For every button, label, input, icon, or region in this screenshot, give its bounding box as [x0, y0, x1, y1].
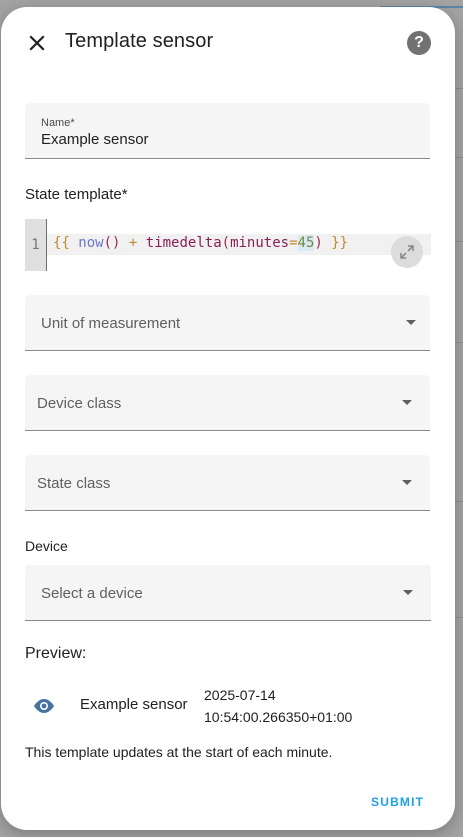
- line-number-gutter: 1: [25, 219, 47, 271]
- unit-of-measurement-select[interactable]: Unit of measurement: [25, 295, 430, 351]
- background-divider: [455, 88, 463, 89]
- preview-label: Preview:: [25, 645, 87, 662]
- background-divider: [455, 157, 463, 158]
- dropdown-arrow-icon: [403, 590, 413, 595]
- dialog-title: Template sensor: [65, 30, 214, 52]
- device-placeholder: Select a device: [41, 585, 143, 602]
- background-divider: [455, 501, 463, 502]
- eye-icon: [34, 699, 54, 713]
- state-template-editor[interactable]: 1 {{ now() + timedelta(minutes=45) }}: [25, 219, 431, 271]
- name-field-label: Name*: [41, 117, 75, 129]
- background-divider: [455, 241, 463, 242]
- code-token: {{: [53, 235, 70, 251]
- code-token: now: [78, 235, 104, 251]
- close-button[interactable]: [23, 29, 51, 57]
- dropdown-arrow-icon: [402, 480, 412, 485]
- dropdown-arrow-icon: [406, 320, 416, 325]
- code-token: (: [221, 235, 231, 251]
- device-class-placeholder: Device class: [37, 395, 122, 412]
- expand-editor-button[interactable]: [391, 236, 423, 268]
- code-token: timedelta: [145, 235, 222, 251]
- code-token: =: [289, 235, 298, 251]
- preview-entity-row[interactable]: Example sensor 2025-07-14 10:54:00.26635…: [25, 683, 430, 727]
- dialog-header: Template sensor ?: [1, 7, 455, 77]
- code-token: +: [128, 235, 138, 251]
- close-icon: [29, 35, 45, 51]
- state-class-placeholder: State class: [37, 475, 111, 492]
- arrow-expand-icon: [400, 245, 414, 259]
- code-token: 45: [297, 235, 315, 251]
- code-token: minutes: [230, 235, 290, 251]
- template-update-note: This template updates at the start of ea…: [25, 744, 333, 760]
- background-divider: [455, 342, 463, 343]
- code-token: ): [314, 235, 323, 251]
- state-template-label: State template*: [25, 186, 128, 203]
- preview-state-date: 2025-07-14: [204, 687, 276, 703]
- device-select[interactable]: Select a device: [25, 565, 431, 621]
- dropdown-arrow-icon: [402, 400, 412, 405]
- state-class-select[interactable]: State class: [25, 455, 430, 511]
- device-class-select[interactable]: Device class: [25, 375, 430, 431]
- help-circle-icon: ?: [414, 34, 424, 51]
- preview-state-value: 2025-07-14 10:54:00.266350+01:00: [204, 684, 352, 728]
- unit-of-measurement-placeholder: Unit of measurement: [41, 315, 181, 332]
- name-field-value[interactable]: Example sensor: [41, 131, 149, 148]
- background-divider: [455, 617, 463, 618]
- template-sensor-dialog: Template sensor ? Name* Example sensor S…: [1, 7, 455, 830]
- code-token: }}: [331, 235, 349, 251]
- device-label: Device: [25, 538, 68, 554]
- preview-entity-name: Example sensor: [80, 696, 188, 713]
- code-token: (): [103, 235, 121, 251]
- name-field[interactable]: Name* Example sensor: [25, 103, 430, 159]
- submit-button[interactable]: SUBMIT: [371, 795, 424, 809]
- template-code-line[interactable]: {{ now() + timedelta(minutes=45) }}: [53, 235, 348, 251]
- help-button[interactable]: ?: [407, 31, 431, 55]
- preview-state-time: 10:54:00.266350+01:00: [204, 709, 353, 725]
